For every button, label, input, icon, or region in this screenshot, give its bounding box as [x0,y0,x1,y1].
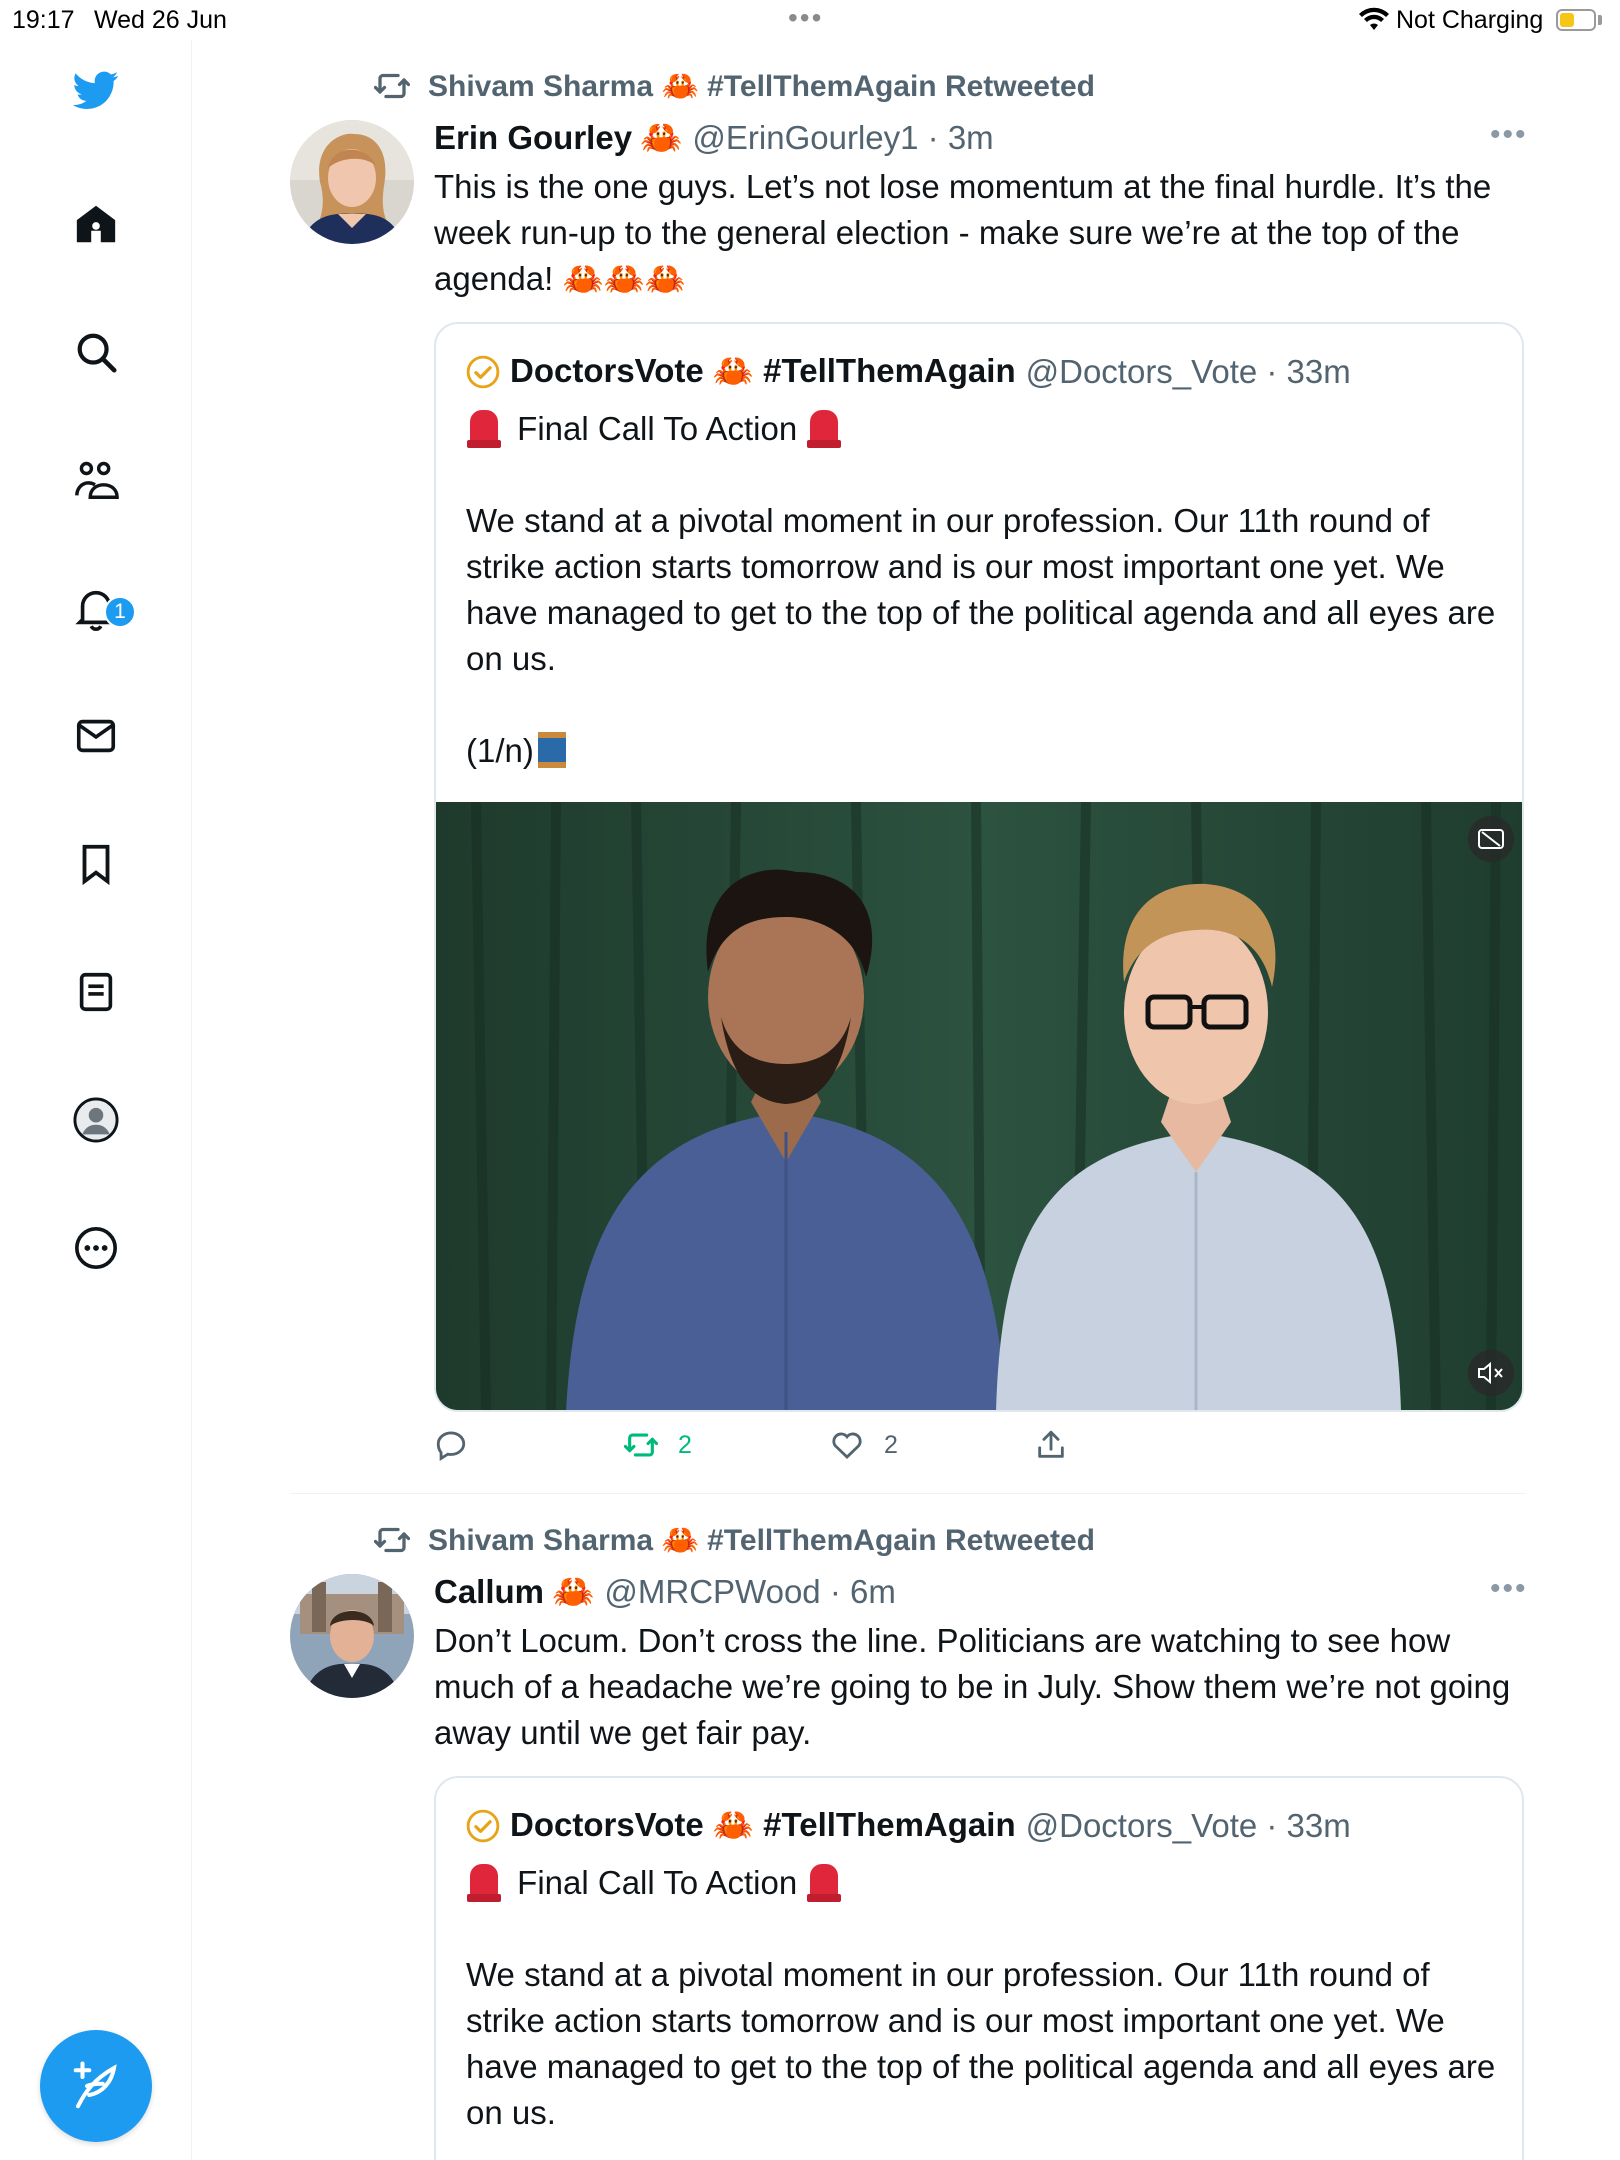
search-icon[interactable] [70,326,122,378]
quote-header: DoctorsVote 🦀 #TellThemAgain @Doctors_Vo… [466,1806,1351,1845]
quote-handle-time: @Doctors_Vote · 33m [1025,1806,1351,1844]
retweet-icon [374,73,410,99]
author-emoji: 🦀 [640,119,683,157]
wifi-icon [1359,7,1389,30]
thread-marker: (1/n) [466,732,534,769]
quoted-tweet[interactable]: DoctorsVote 🦀 #TellThemAgain @Doctors_Vo… [434,322,1524,1412]
muted-volume-icon[interactable] [1468,1350,1514,1396]
retweeted-by-line: Shivam Sharma 🦀 #TellThemAgain Retweeted [374,68,1095,104]
tweet[interactable]: Shivam Sharma 🦀 #TellThemAgain Retweeted… [290,1518,1530,2160]
quote-handle-time: @Doctors_Vote · 33m [1025,352,1351,390]
retweet-count: 2 [678,1430,692,1459]
bookmarks-icon[interactable] [70,838,122,890]
siren-icon [467,410,501,448]
compose-feather-icon [73,2061,117,2109]
quote-header: DoctorsVote 🦀 #TellThemAgain @Doctors_Vo… [466,352,1351,391]
retweeted-by-text: Shivam Sharma 🦀 #TellThemAgain Retweeted [428,69,1095,103]
retweeted-by-text: Shivam Sharma 🦀 #TellThemAgain Retweeted [428,1523,1095,1557]
video-player[interactable] [436,802,1522,1410]
thread-spool-icon [537,732,566,768]
compose-tweet-button[interactable] [40,2030,152,2142]
tweet-actions: 2 2 [434,1428,1434,1468]
more-options-icon[interactable]: ••• [1490,118,1528,152]
quote-body: We stand at a pivotal moment in our prof… [466,1956,1505,2131]
tweet-text: Don’t Locum. Don’t cross the line. Polit… [434,1622,1520,1751]
retweeted-by-line: Shivam Sharma 🦀 #TellThemAgain Retweeted [374,1522,1095,1558]
home-icon[interactable] [70,198,122,250]
status-date: Wed 26 Jun [94,6,227,34]
verified-badge-icon [466,355,500,388]
author-handle-time[interactable]: @MRCPWood · 6m [604,1573,895,1611]
retweet-icon [374,1527,410,1553]
quote-title: Final Call To Action [517,1864,798,1901]
like-count: 2 [884,1430,898,1459]
battery-icon [1556,9,1596,31]
author-line: Callum 🦀 @MRCPWood · 6m [434,1572,896,1612]
battery-nub [1598,15,1602,25]
sidebar: 1 [0,40,192,2160]
avatar-callum [290,1574,414,1698]
reply-button[interactable] [434,1428,488,1462]
quote-author-name: DoctorsVote 🦀 #TellThemAgain [510,1806,1016,1843]
multitasking-dots-icon[interactable]: ••• [788,2,823,34]
quote-title: Final Call To Action [517,410,798,447]
siren-icon [807,1864,842,1902]
retweet-button[interactable]: 2 [624,1428,692,1462]
charging-status: Not Charging [1396,6,1544,34]
notification-badge: 1 [104,596,136,628]
tweet[interactable]: Shivam Sharma 🦀 #TellThemAgain Retweeted… [290,64,1530,1484]
quote-body: We stand at a pivotal moment in our prof… [466,502,1505,677]
quote-author-name: DoctorsVote 🦀 #TellThemAgain [510,352,1016,389]
share-button[interactable] [1034,1428,1088,1462]
profile-icon[interactable] [70,1094,122,1146]
retweet-action-icon [624,1433,658,1457]
avatar[interactable] [290,120,414,244]
lists-icon[interactable] [70,966,122,1018]
messages-icon[interactable] [70,710,122,762]
reply-icon [436,1431,466,1462]
more-options-icon[interactable]: ••• [1490,1572,1528,1606]
heart-icon [832,1432,862,1460]
status-time: 19:17 [12,6,75,34]
quote-text: Final Call To Action We stand at a pivot… [466,1860,1506,2136]
tweet-text: This is the one guys. Let’s not lose mom… [434,168,1501,297]
tweet-divider [290,1493,1526,1494]
more-icon[interactable] [70,1222,122,1274]
author-emoji: 🦀 [552,1573,595,1611]
author-handle-time[interactable]: @ErinGourley1 · 3m [692,119,993,157]
avatar[interactable] [290,1574,414,1698]
quoted-tweet[interactable]: DoctorsVote 🦀 #TellThemAgain @Doctors_Vo… [434,1776,1524,2160]
siren-icon [807,410,842,448]
share-icon [1038,1430,1064,1458]
status-bar: 19:17 Wed 26 Jun ••• Not Charging [0,0,1620,40]
avatar-erin-gourley [290,120,414,244]
siren-icon [467,1864,501,1902]
like-button[interactable]: 2 [830,1428,898,1462]
verified-badge-icon [466,1809,500,1842]
author-name[interactable]: Erin Gourley [434,119,632,157]
author-name[interactable]: Callum [434,1573,544,1611]
closed-captions-icon[interactable] [1468,816,1514,862]
twitter-bird-icon[interactable] [70,64,122,116]
communities-icon[interactable] [70,454,122,506]
quote-text: Final Call To Action We stand at a pivot… [466,406,1506,774]
author-line: Erin Gourley 🦀 @ErinGourley1 · 3m [434,118,994,158]
video-frame-two-men [436,802,1522,1410]
